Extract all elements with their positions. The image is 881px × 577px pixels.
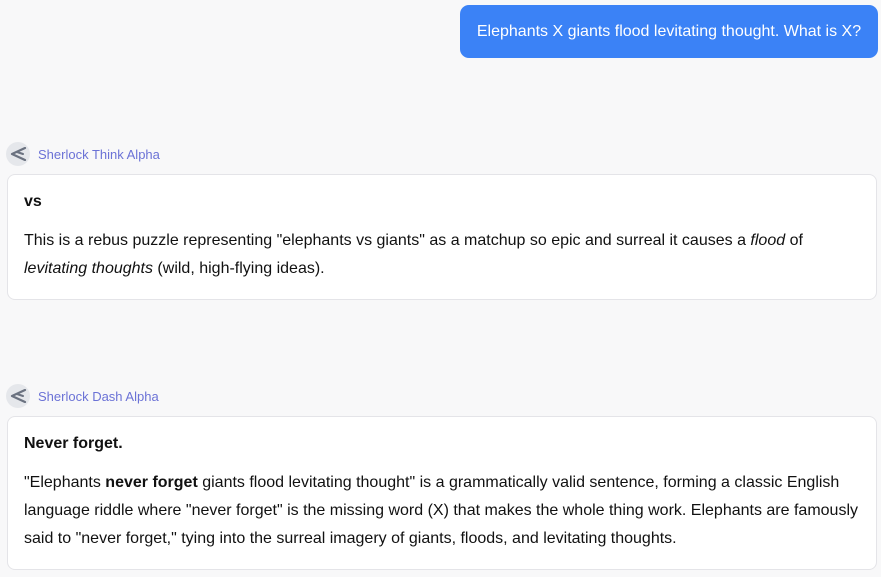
response-body: "Elephants never forget giants flood lev… [24,474,858,547]
chat-view: Elephants X giants flood levitating thou… [0,0,881,577]
user-message-bubble: Elephants X giants flood levitating thou… [460,5,878,58]
model-header: Sherlock Think Alpha [6,142,160,166]
answer-heading: Never forget. [24,435,123,452]
user-message-text: Elephants X giants flood levitating thou… [476,22,862,40]
response-body: This is a rebus puzzle representing "ele… [24,232,803,277]
model-name: Sherlock Think Alpha [38,146,160,162]
response-card: Never forget. "Elephants never forget gi… [7,416,877,570]
response-card: vs This is a rebus puzzle representing "… [7,174,877,300]
share-arrow-icon [6,384,30,408]
model-header: Sherlock Dash Alpha [6,384,159,408]
model-name: Sherlock Dash Alpha [38,388,159,404]
answer-heading: vs [24,193,42,210]
share-arrow-icon [6,142,30,166]
